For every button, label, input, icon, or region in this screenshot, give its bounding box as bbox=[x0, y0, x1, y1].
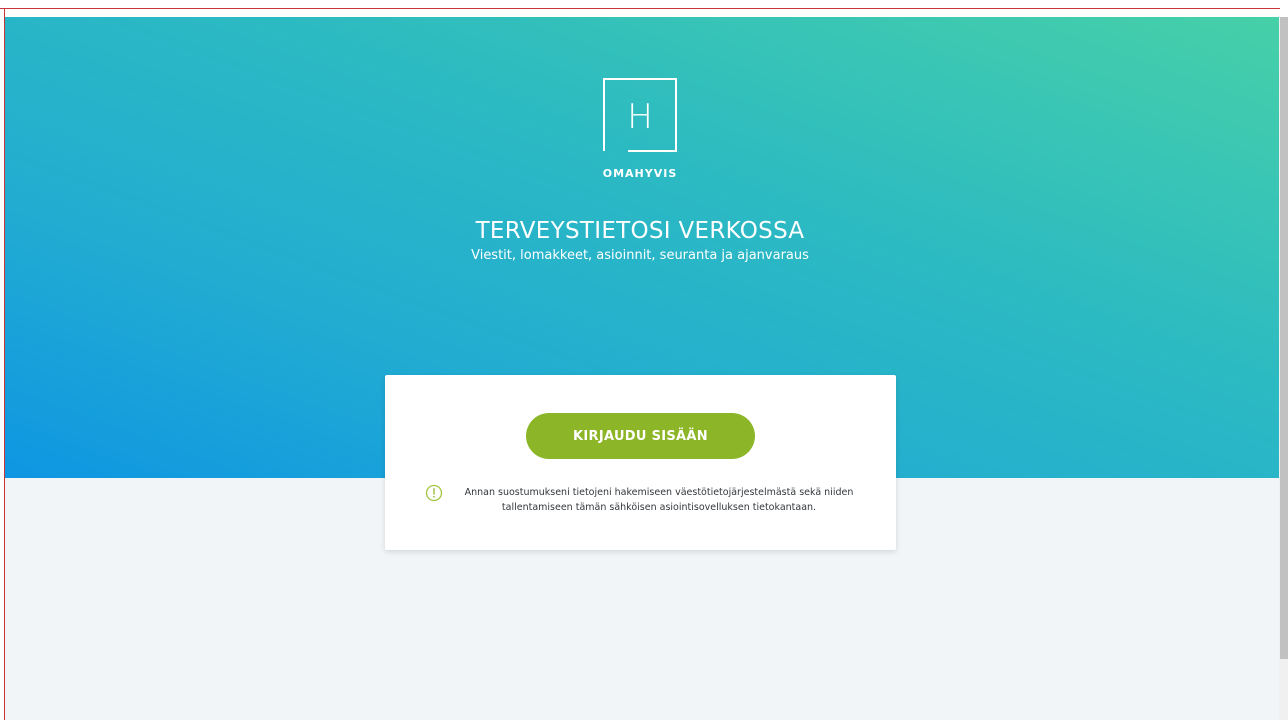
logo-letter: H bbox=[627, 97, 653, 137]
window-top-border bbox=[0, 8, 1280, 9]
page-subtitle: Viestit, lomakkeet, asioinnit, seuranta … bbox=[471, 248, 809, 263]
logo-frame-icon: H bbox=[603, 78, 677, 152]
omahyvis-logo: H bbox=[603, 78, 677, 152]
login-button[interactable]: KIRJAUDU SISÄÄN bbox=[526, 413, 755, 459]
page-title: TERVEYSTIETOSI VERKOSSA bbox=[475, 218, 805, 244]
consent-text: Annan suostumukseni tietojeni hakemiseen… bbox=[464, 487, 854, 513]
scrollbar-thumb[interactable] bbox=[1280, 17, 1288, 659]
browser-window: H OMAHYVIS TERVEYSTIETOSI VERKOSSA Viest… bbox=[0, 0, 1288, 720]
brand-name: OMAHYVIS bbox=[602, 167, 678, 180]
page-viewport: H OMAHYVIS TERVEYSTIETOSI VERKOSSA Viest… bbox=[5, 17, 1279, 720]
alert-circle-icon bbox=[425, 484, 443, 502]
login-card: KIRJAUDU SISÄÄN Annan suostumukseni tiet… bbox=[385, 375, 896, 550]
